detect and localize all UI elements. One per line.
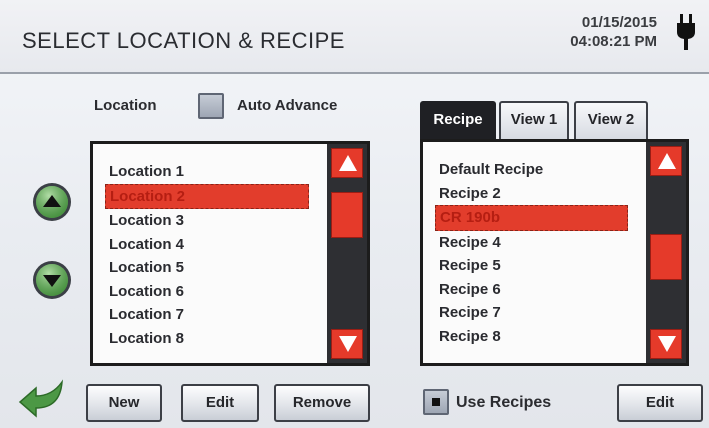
location-list-item[interactable]: Location 7 [105, 303, 309, 327]
recipe-list-item[interactable]: Recipe 8 [435, 325, 628, 349]
edit-location-button[interactable]: Edit [181, 384, 259, 422]
date-text: 01/15/2015 [581, 14, 657, 31]
edit-recipe-button[interactable]: Edit [617, 384, 703, 422]
location-list-panel: Location 1 Location 2 Location 3 Location 4… [90, 141, 370, 366]
location-list-item[interactable]: Location 3 [105, 209, 309, 233]
location-list-item[interactable]: Location 1 [105, 160, 309, 184]
scroll-up-icon [658, 153, 676, 169]
down-arrow-icon[interactable] [32, 260, 72, 300]
recipe-list-item[interactable]: Recipe 5 [435, 254, 628, 278]
time-text: 04:08:21 PM [570, 33, 657, 50]
recipe-list-item[interactable]: CR 190b [435, 205, 628, 231]
new-button[interactable]: New [86, 384, 162, 422]
location-scroll-up-button[interactable] [331, 148, 363, 178]
location-list-item[interactable]: Location 8 [105, 327, 309, 351]
recipe-scroll-thumb[interactable] [650, 234, 682, 280]
tab-view-2[interactable]: View 2 [574, 101, 648, 139]
recipe-list-panel: Default Recipe Recipe 2 CR 190b Recipe 4 Rec… [420, 139, 689, 366]
use-recipes-checkbox[interactable] [423, 389, 449, 415]
header-bar: SELECT LOCATION & RECIPE 01/15/2015 04:0… [0, 0, 709, 74]
scroll-down-icon [658, 336, 676, 352]
up-arrow-icon[interactable] [32, 182, 72, 222]
tab-recipe[interactable]: Recipe [420, 101, 496, 139]
location-scroll-down-button[interactable] [331, 329, 363, 359]
remove-button[interactable]: Remove [274, 384, 370, 422]
recipe-scroll-down-button[interactable] [650, 329, 682, 359]
recipe-list: Default Recipe Recipe 2 CR 190b Recipe 4 Rec… [435, 158, 628, 348]
recipe-list-item[interactable]: Recipe 4 [435, 231, 628, 255]
location-scrollbar[interactable] [327, 144, 367, 363]
recipe-list-item[interactable]: Recipe 6 [435, 278, 628, 302]
back-arrow-icon[interactable] [18, 378, 66, 418]
location-scroll-thumb[interactable] [331, 192, 363, 238]
recipe-scroll-up-button[interactable] [650, 146, 682, 176]
location-list: Location 1 Location 2 Location 3 Location 4… [105, 160, 309, 350]
auto-advance-label: Auto Advance [237, 97, 338, 114]
page-title: SELECT LOCATION & RECIPE [22, 28, 345, 53]
location-list-item[interactable]: Location 2 [105, 183, 309, 209]
location-list-item[interactable]: Location 5 [105, 256, 309, 280]
select-location-recipe-screen: SELECT LOCATION & RECIPE 01/15/2015 04:0… [0, 0, 709, 428]
use-recipes-label: Use Recipes [456, 394, 552, 411]
datetime-display: 01/15/2015 04:08:21 PM [570, 13, 657, 51]
location-label: Location [94, 97, 157, 114]
recipe-list-item[interactable]: Recipe 7 [435, 301, 628, 325]
tab-view-1[interactable]: View 1 [499, 101, 569, 139]
location-list-item[interactable]: Location 4 [105, 233, 309, 257]
scroll-up-icon [339, 155, 357, 171]
recipe-list-item[interactable]: Default Recipe [435, 158, 628, 182]
scroll-down-icon [339, 336, 357, 352]
recipe-scrollbar[interactable] [646, 142, 686, 363]
recipe-list-item[interactable]: Recipe 2 [435, 182, 628, 206]
auto-advance-checkbox[interactable] [198, 93, 224, 119]
power-plug-icon [677, 14, 695, 50]
location-list-item[interactable]: Location 6 [105, 280, 309, 304]
